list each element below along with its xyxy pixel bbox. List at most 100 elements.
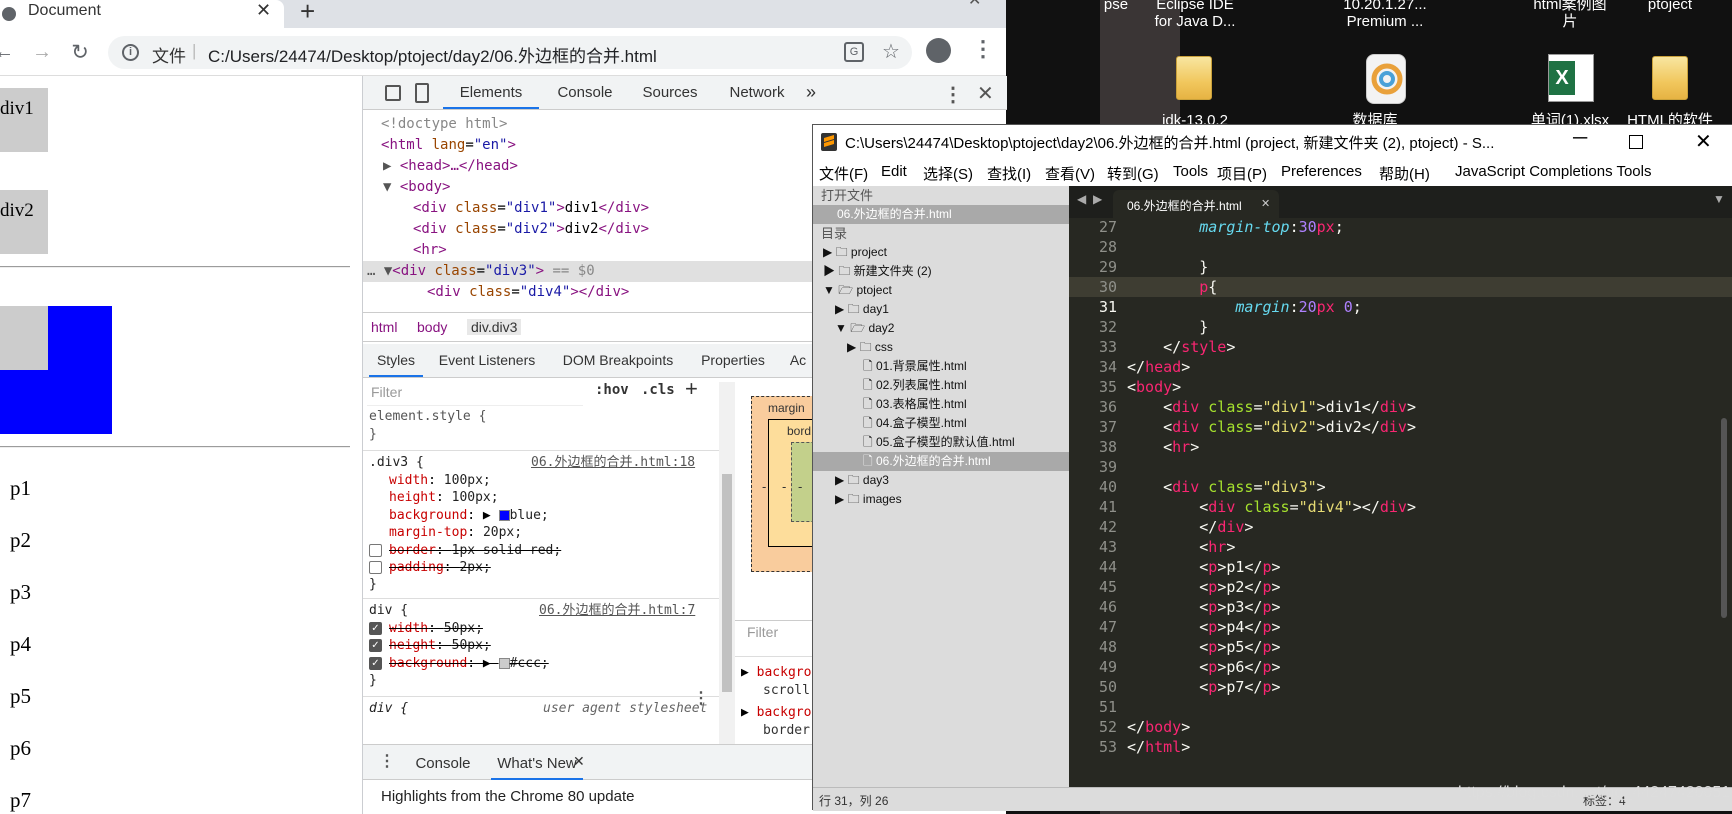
tab-accessibility[interactable]: Ac (783, 344, 813, 377)
desktop-label-eclipse[interactable]: Eclipse IDE for Java D... (1150, 0, 1240, 30)
devtools-close-icon[interactable]: ✕ (977, 81, 994, 106)
tree-file[interactable]: 🗋 05.盒子模型的默认值.html (863, 433, 1015, 452)
devtools-menu-icon[interactable]: ⋮ (943, 82, 963, 107)
tab-nav-left-icon[interactable]: ◀ (1077, 192, 1086, 206)
tree-item-day3[interactable]: ▶ 🗀 day3 (835, 471, 889, 490)
folder-icon[interactable] (1652, 56, 1688, 100)
toggle-background-checkbox[interactable]: ✓ (369, 657, 382, 670)
prop-width[interactable]: width: 100px; (389, 472, 491, 490)
dom-div3[interactable]: … ▼<div class="div3"> == $0 (367, 261, 595, 282)
bookmark-star-icon[interactable]: ☆ (882, 39, 900, 64)
div3-rule[interactable]: .div3 { (369, 454, 424, 472)
dom-html[interactable]: <html lang="en"> (381, 135, 516, 156)
color-swatch-blue[interactable] (498, 510, 510, 521)
dom-div2[interactable]: <div class="div2">div2</div> (413, 219, 649, 240)
profile-avatar-icon[interactable] (926, 38, 951, 63)
drawer-tab-close-icon[interactable]: ✕ (573, 753, 585, 770)
back-icon[interactable]: ← (0, 40, 14, 64)
hov-toggle[interactable]: :hov (595, 382, 629, 398)
menu-view[interactable]: 查看(V) (1045, 163, 1095, 184)
dom-body[interactable]: ▼ <body> (383, 177, 450, 198)
excel-file-icon[interactable]: X (1548, 54, 1594, 102)
menu-preferences[interactable]: Preferences (1281, 163, 1362, 180)
tab-sources[interactable]: Sources (627, 76, 713, 109)
new-tab-icon[interactable]: + (300, 0, 315, 27)
toggle-padding-checkbox[interactable] (369, 561, 382, 574)
menu-goto[interactable]: 转到(G) (1107, 163, 1159, 184)
menu-tools[interactable]: Tools (1173, 163, 1208, 180)
close-tab-icon[interactable]: ✕ (256, 0, 271, 21)
prop-div-background[interactable]: background: ▶ #ccc; (389, 655, 549, 673)
menu-edit[interactable]: Edit (881, 163, 907, 180)
desktop-label-pse[interactable]: pse (1096, 0, 1136, 13)
computed-filter-input[interactable]: Filter (747, 624, 778, 640)
prop-margin-top[interactable]: margin-top: 20px; (389, 524, 522, 542)
address-bar[interactable]: i 文件 | C:/Users/24474/Desktop/ptoject/da… (108, 36, 912, 69)
tree-file[interactable]: 🗋 03.表格属性.html (863, 395, 967, 414)
div-rule-source[interactable]: 06.外边框的合并.html:7 (539, 602, 695, 620)
div3-rule-source[interactable]: 06.外边框的合并.html:18 (531, 454, 695, 472)
drawer-menu-icon[interactable]: ⋮ (379, 751, 395, 771)
info-icon[interactable]: i (122, 44, 139, 61)
menu-project[interactable]: 项目(P) (1217, 163, 1267, 184)
scrollbar-thumb[interactable] (722, 474, 732, 692)
prop-background[interactable]: background: ▶ blue; (389, 507, 549, 525)
color-swatch-grey[interactable] (498, 658, 510, 669)
more-tabs-icon[interactable]: » (801, 76, 821, 109)
prop-div-width[interactable]: width: 50px; (389, 620, 483, 638)
inspect-icon[interactable] (385, 85, 401, 101)
tab-dom-breakpoints[interactable]: DOM Breakpoints (553, 344, 683, 377)
menu-js-completions[interactable]: JavaScript Completions Tools (1455, 163, 1651, 180)
dom-hr[interactable]: <hr> (413, 240, 447, 261)
tree-item-new-folder[interactable]: ▶ 🗀 新建文件夹 (2) (823, 262, 932, 281)
tab-styles[interactable]: Styles (369, 344, 423, 377)
div-rule[interactable]: div { (369, 602, 408, 620)
editor-tab-close-icon[interactable]: ✕ (1261, 197, 1270, 210)
url-text[interactable]: C:/Users/24474/Desktop/ptoject/day2/06.外… (208, 42, 657, 67)
tab-properties[interactable]: Properties (693, 344, 773, 377)
styles-scrollbar[interactable] (719, 382, 735, 744)
dom-div4[interactable]: <div class="div4"></div> (427, 282, 629, 303)
prop-border[interactable]: border: 1px solid red; (389, 542, 561, 560)
toggle-height-checkbox[interactable]: ✓ (369, 639, 382, 652)
close-icon[interactable]: ✕ (1695, 129, 1712, 154)
dom-doctype[interactable]: <!doctype html> (381, 114, 507, 135)
drawer-tab-console[interactable]: Console (403, 747, 483, 780)
desktop-label-premium[interactable]: 10.20.1.27... Premium ... (1330, 0, 1440, 30)
tab-network[interactable]: Network (715, 76, 799, 109)
desktop-label-html-images[interactable]: html案例图 片 (1520, 0, 1620, 30)
editor-tab[interactable]: 06.外边框的合并.html ✕ (1113, 190, 1279, 218)
menu-selection[interactable]: 选择(S) (923, 163, 973, 184)
tab-dropdown-icon[interactable]: ▼ (1713, 192, 1725, 206)
prop-padding[interactable]: padding: 2px; (389, 559, 491, 577)
open-file-item[interactable]: 06.外边框的合并.html (837, 205, 952, 224)
crumb-body[interactable]: body (417, 319, 447, 335)
tree-file[interactable]: 🗋 01.背景属性.html (863, 357, 967, 376)
menu-file[interactable]: 文件(F) (819, 163, 868, 184)
element-style-rule[interactable]: element.style { } (369, 408, 486, 444)
tree-file[interactable]: 🗋 04.盒子模型.html (863, 414, 967, 433)
folder-icon[interactable] (1176, 56, 1212, 100)
crumb-div3[interactable]: div.div3 (467, 319, 522, 335)
tree-file[interactable]: 🗋 02.列表属性.html (863, 376, 967, 395)
reload-icon[interactable]: ↻ (68, 40, 92, 64)
new-rule-icon[interactable]: + (685, 376, 698, 402)
toggle-border-checkbox[interactable] (369, 544, 382, 557)
editor-text[interactable]: 27 margin-top:30px; 28 29 } 30 p{ 31 mar… (1069, 218, 1732, 787)
tab-nav-right-icon[interactable]: ▶ (1093, 192, 1102, 206)
tree-item-ptoject[interactable]: ▼ 🗁 ptoject (823, 281, 892, 300)
cls-toggle[interactable]: .cls (641, 382, 675, 398)
drawer-tab-whats-new[interactable]: What's New (491, 747, 583, 780)
menu-find[interactable]: 查找(I) (987, 163, 1031, 184)
minimize-icon[interactable]: ─ (1573, 127, 1587, 150)
dom-div1[interactable]: <div class="div1">div1</div> (413, 198, 649, 219)
dom-head[interactable]: ▶ <head>…</head> (383, 156, 518, 177)
tree-item-project[interactable]: ▶ 🗀 project (823, 243, 887, 262)
device-toolbar-icon[interactable] (415, 83, 429, 103)
tab-console[interactable]: Console (545, 76, 625, 109)
crumb-html[interactable]: html (371, 319, 397, 335)
prop-div-height[interactable]: height: 50px; (389, 637, 491, 655)
desktop-label-ptoject[interactable]: ptoject (1630, 0, 1710, 13)
menu-help[interactable]: 帮助(H) (1379, 163, 1430, 184)
tree-item-images[interactable]: ▶ 🗀 images (835, 490, 902, 509)
